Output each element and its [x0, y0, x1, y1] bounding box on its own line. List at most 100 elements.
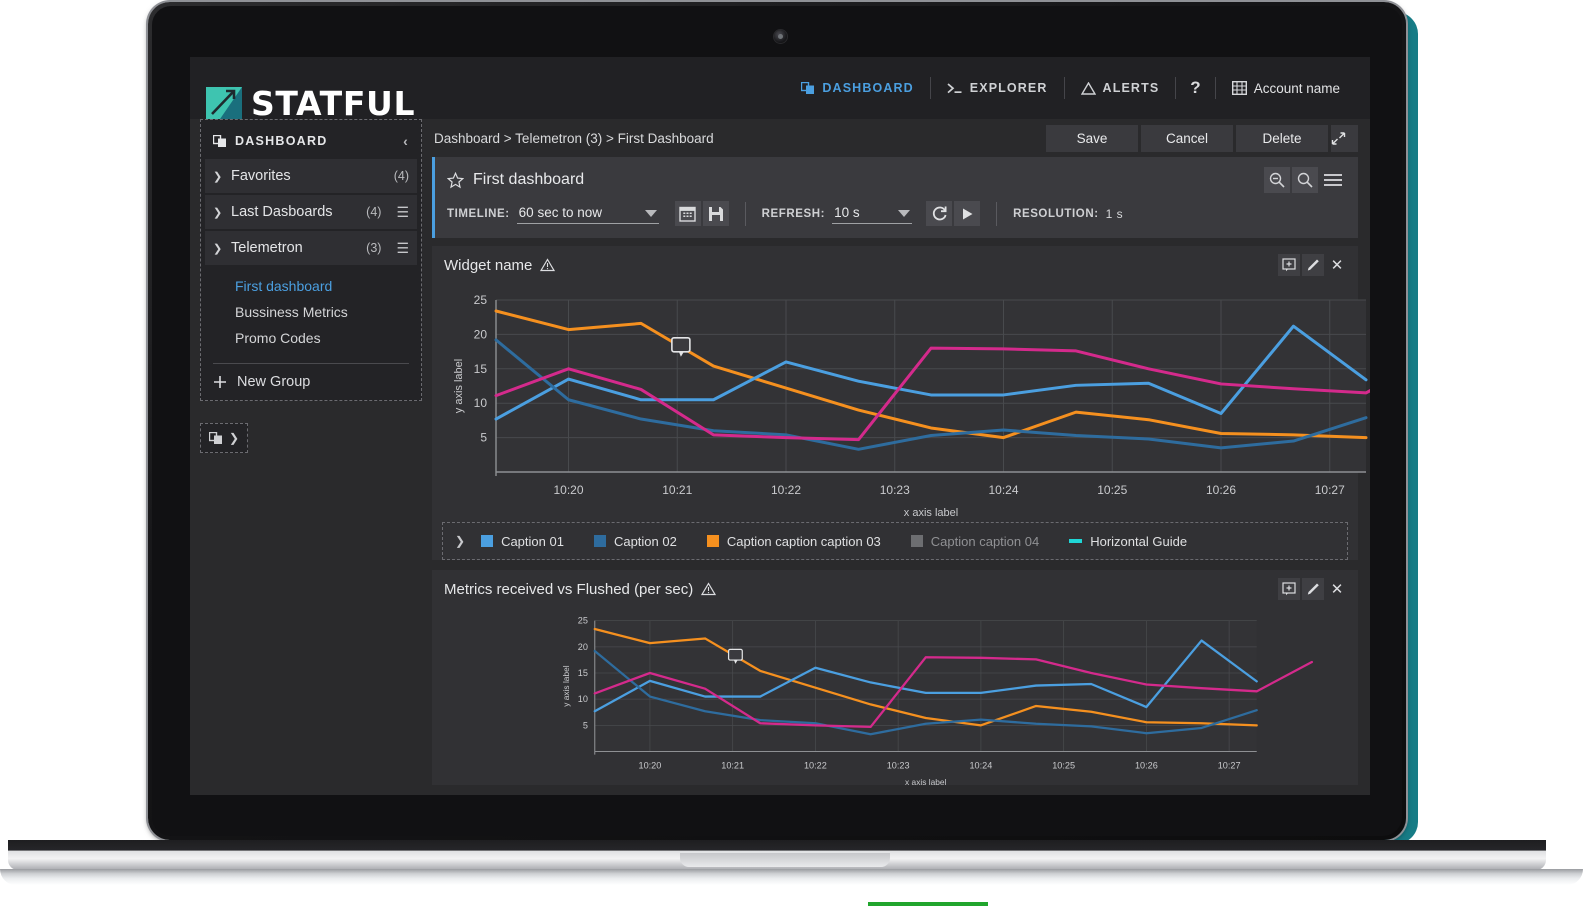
svg-text:5: 5: [480, 431, 487, 445]
nav-item-dashboard[interactable]: DASHBOARD: [785, 75, 929, 101]
line-chart[interactable]: 5 10 15 20 25 10:20 10:21 10:22 10:23 10:24 10:25 1…: [444, 286, 1370, 516]
sidebar-header: DASHBOARD ‹: [205, 126, 417, 159]
star-outline-icon[interactable]: [447, 171, 464, 189]
calendar-icon[interactable]: [674, 201, 701, 226]
svg-text:10:22: 10:22: [771, 483, 801, 497]
hamburger-menu-icon[interactable]: [1320, 167, 1346, 193]
pencil-icon[interactable]: [1302, 254, 1324, 276]
add-annotation-icon[interactable]: [1278, 254, 1300, 276]
group-menu-icon[interactable]: ☰: [396, 204, 409, 221]
resolution-label: RESOLUTION:: [1013, 207, 1099, 220]
app-screen: STATFUL DASHBOARD EXPLORER ALERTS ? Acco…: [190, 57, 1370, 795]
svg-text:10:27: 10:27: [1218, 760, 1241, 770]
warning-triangle-icon[interactable]: [701, 582, 717, 596]
sidebar-group-label: Favorites: [231, 168, 291, 184]
screenshot-stage: STATFUL DASHBOARD EXPLORER ALERTS ? Acco…: [0, 0, 1583, 913]
help-button[interactable]: ?: [1176, 78, 1214, 98]
legend-item-caption-02[interactable]: Caption 02: [593, 533, 677, 549]
expand-panel-button[interactable]: ❯: [200, 423, 248, 453]
delete-button[interactable]: Delete: [1236, 124, 1328, 152]
sidebar: DASHBOARD ‹ ❯ Favorites (4) ❯ Last Dasbo…: [190, 119, 432, 795]
chevron-right-icon: ❯: [213, 170, 223, 183]
legend-item-caption-01[interactable]: Caption 01: [481, 534, 564, 549]
refresh-select[interactable]: 10 s: [832, 203, 913, 224]
svg-text:5: 5: [583, 720, 588, 730]
legend-swatch: [1069, 539, 1083, 543]
refresh-label: REFRESH:: [761, 207, 826, 220]
chart-legend: ❯ Caption 01 Caption 02 Caption caption …: [442, 522, 1348, 560]
legend-item-horizontal-guide[interactable]: Horizontal Guide: [1069, 534, 1187, 549]
nav-item-alerts[interactable]: ALERTS: [1065, 75, 1176, 101]
svg-text:15: 15: [578, 668, 588, 678]
main-content: Dashboard > Telemetron (3) > First Dashb…: [432, 119, 1370, 795]
top-navigation-bar: STATFUL DASHBOARD EXPLORER ALERTS ? Acco…: [190, 57, 1370, 120]
widget-header: Metrics received vs Flushed (per sec) ✕: [432, 570, 1358, 608]
svg-text:x axis label: x axis label: [905, 777, 946, 785]
close-icon[interactable]: ✕: [1326, 578, 1348, 600]
webcam-lens-icon: [778, 34, 783, 39]
widget-title: Widget name: [444, 256, 533, 274]
nav-label-dashboard: DASHBOARD: [822, 81, 914, 95]
chevron-down-icon[interactable]: ❯: [455, 534, 465, 548]
building-icon: [1231, 81, 1247, 95]
reload-icon[interactable]: [926, 201, 953, 226]
laptop-base-notch: [680, 853, 890, 867]
legend-swatch: [706, 535, 719, 547]
sidebar-group-count: (4): [366, 205, 382, 219]
warning-triangle-icon: [1080, 81, 1096, 95]
account-menu[interactable]: Account name: [1216, 75, 1356, 101]
sidebar-group-label: Last Dasboards: [231, 204, 333, 220]
legend-swatch: [910, 535, 923, 547]
sidebar-group-last-dashboards[interactable]: ❯ Last Dasboards (4) ☰: [205, 195, 417, 229]
zoom-out-icon[interactable]: [1264, 167, 1290, 193]
dashboard-controls-row: TIMELINE: 60 sec to now REFRESH: 10 s RE…: [435, 197, 1358, 238]
legend-item-caption-03[interactable]: Caption caption caption 03: [706, 534, 881, 549]
dashboard-title-row: First dashboard: [435, 157, 1358, 197]
dashboard-toolbar-panel: First dashboard TIMELINE: 60 sec to now …: [432, 157, 1358, 238]
svg-text:10:26: 10:26: [1206, 483, 1236, 497]
save-button[interactable]: Save: [1046, 124, 1138, 152]
control-divider: [744, 201, 746, 226]
new-group-button[interactable]: New Group: [205, 364, 417, 396]
add-annotation-icon[interactable]: [1278, 578, 1300, 600]
svg-text:10:27: 10:27: [1315, 483, 1345, 497]
dashboard-icon: [801, 81, 815, 95]
sidebar-item-promo-codes[interactable]: Promo Codes: [205, 325, 417, 351]
sidebar-group-count: (3): [366, 241, 382, 255]
close-icon[interactable]: ✕: [1326, 254, 1348, 276]
zoom-in-icon[interactable]: [1292, 167, 1318, 193]
group-menu-icon[interactable]: ☰: [396, 240, 409, 257]
chevron-left-icon[interactable]: ‹: [403, 133, 409, 149]
sidebar-group-favorites[interactable]: ❯ Favorites (4): [205, 159, 417, 193]
svg-text:15: 15: [474, 362, 488, 376]
widget-card: Widget name ✕ 5 10 15 20 25 10:20 10:21 …: [432, 246, 1370, 560]
expand-arrow-icon[interactable]: [1331, 124, 1358, 152]
brand-logo[interactable]: STATFUL: [206, 83, 415, 123]
sidebar-group-label: Telemetron: [231, 240, 303, 256]
legend-swatch: [481, 535, 494, 547]
sidebar-title: DASHBOARD: [235, 134, 328, 148]
sidebar-item-bussiness-metrics[interactable]: Bussiness Metrics: [205, 299, 417, 325]
floppy-disk-icon[interactable]: [702, 201, 729, 226]
svg-text:10:24: 10:24: [969, 760, 992, 770]
play-icon[interactable]: [954, 201, 981, 226]
legend-label: Caption 02: [613, 533, 677, 549]
sidebar-item-first-dashboard[interactable]: First dashboard: [205, 273, 417, 299]
chevron-down-icon: [644, 210, 657, 217]
pencil-icon[interactable]: [1302, 578, 1324, 600]
timeline-select[interactable]: 60 sec to now: [516, 203, 659, 224]
widget-title: Metrics received vs Flushed (per sec): [444, 580, 694, 598]
dashboard-tree-panel: DASHBOARD ‹ ❯ Favorites (4) ❯ Last Dasbo…: [200, 119, 422, 401]
sidebar-group-telemetron[interactable]: ❯ Telemetron (3) ☰: [205, 231, 417, 265]
cancel-button[interactable]: Cancel: [1141, 124, 1233, 152]
svg-text:x axis label: x axis label: [904, 507, 958, 516]
nav-item-explorer[interactable]: EXPLORER: [931, 75, 1064, 101]
sidebar-group-count: (4): [393, 169, 409, 183]
refresh-value: 10 s: [834, 205, 860, 220]
warning-triangle-icon[interactable]: [540, 258, 556, 272]
legend-item-caption-04[interactable]: Caption caption 04: [910, 534, 1039, 549]
svg-text:10:20: 10:20: [639, 760, 662, 770]
zoom-controls: [1264, 167, 1346, 193]
svg-text:10: 10: [474, 396, 488, 410]
line-chart[interactable]: 5 10 15 20 25 10:20 10:21 10:22 10:23 10:24 10:25 1…: [444, 610, 1370, 785]
